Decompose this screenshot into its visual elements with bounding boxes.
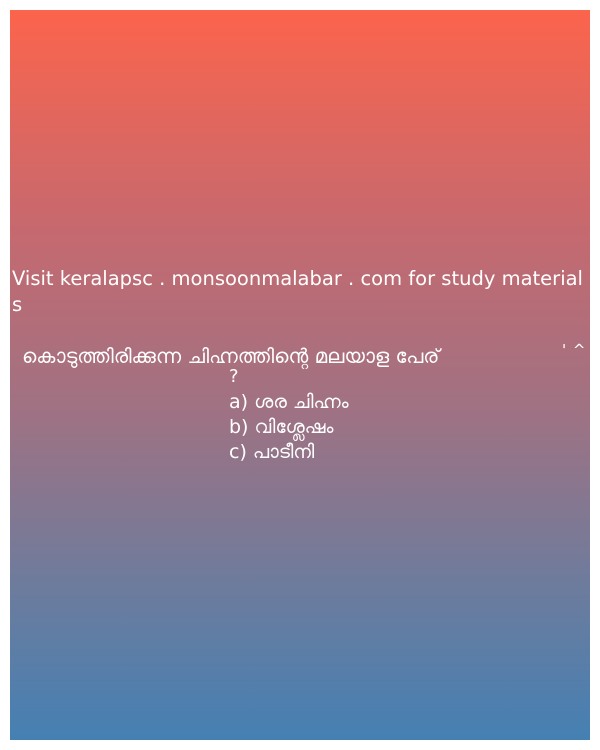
question-text: കൊടുത്തിരിക്കുന്ന ചിഹ്നത്തിന്റെ മലയാള പേ… [22,344,440,368]
question-card: Visit keralapsc . monsoonmalabar . com f… [10,10,590,740]
question-mark: ? [229,366,239,387]
question-symbol: ' ^ ' [562,341,590,359]
option-c: c) പാടീനി [229,441,315,463]
study-materials-link-text: Visit keralapsc . monsoonmalabar . com f… [12,267,583,316]
option-a: a) ശര ചിഹ്നം [229,391,349,413]
option-b: b) വിശ്ലേഷം [229,416,334,438]
answer-options: a) ശര ചിഹ്നം b) വിശ്ലേഷം c) പാടീനി [229,390,349,465]
